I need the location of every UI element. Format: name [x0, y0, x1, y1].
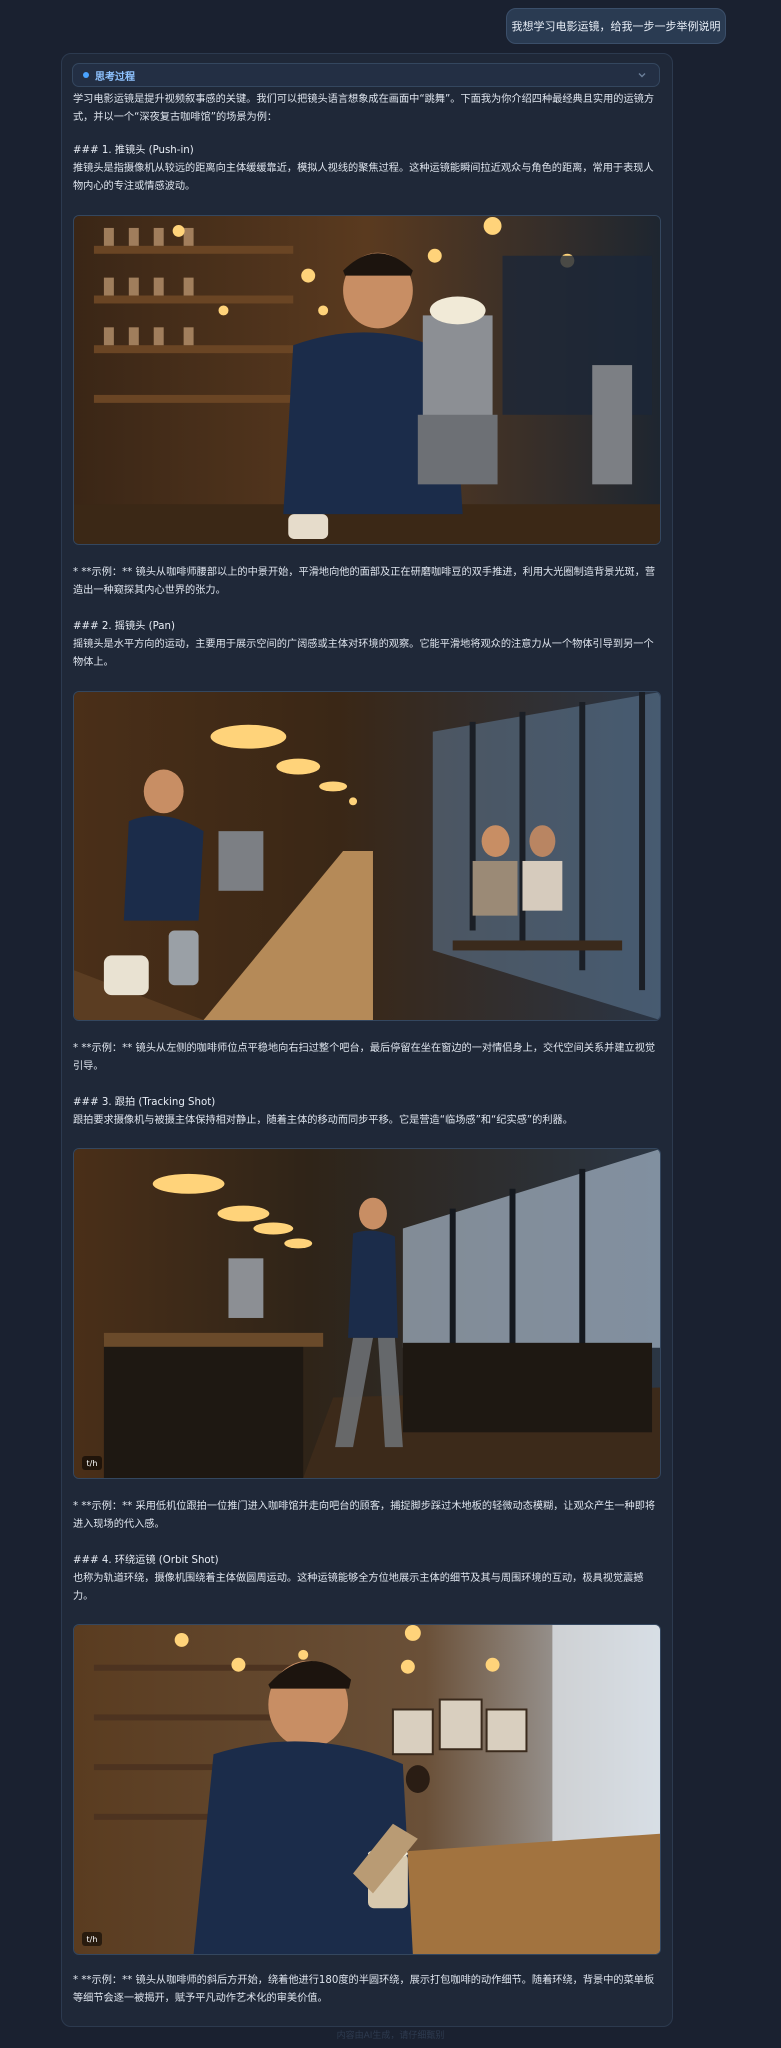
- push-in-example-image[interactable]: [73, 215, 661, 545]
- section-example: * **示例：** 镜头从咖啡师的斜后方开始，绕着他进行180度的半圆环绕，展示…: [73, 1975, 655, 2004]
- section-description: 推镜头是指摄像机从较远的距离向主体缓缓靠近，模拟人视线的聚焦过程。这种运镜能瞬间…: [73, 163, 654, 192]
- tracking-shot-example-image[interactable]: t/h: [73, 1148, 661, 1479]
- thinking-status-dot: [83, 72, 89, 78]
- section-description: 跟拍要求摄像机与被摄主体保持相对静止，随着主体的移动而同步平移。它是营造“临场感…: [73, 1115, 573, 1126]
- thinking-label: 思考过程: [95, 71, 135, 83]
- section-description: 也称为轨道环绕，摄像机围绕着主体做圆周运动。这种运镜能够全方位地展示主体的细节及…: [73, 1573, 644, 1602]
- watermark-badge: t/h: [82, 1932, 102, 1946]
- user-message-text: 我想学习电影运镜，给我一步一步举例说明: [511, 20, 721, 33]
- chevron-down-icon: [638, 73, 646, 78]
- ai-disclaimer: 内容由AI生成，请仔细甄别: [336, 2031, 445, 2041]
- watermark-badge: t/h: [82, 1456, 102, 1470]
- section-heading: ### 2. 摇镜头 (Pan): [73, 621, 175, 632]
- section-description: 摇镜头是水平方向的运动，主要用于展示空间的广阔感或主体对环境的观察。它能平滑地将…: [73, 639, 654, 668]
- section-heading: ### 1. 推镜头 (Push-in): [73, 145, 194, 156]
- orbit-shot-example-image[interactable]: t/h: [73, 1624, 661, 1955]
- section-example: * **示例：** 镜头从左侧的咖啡师位点平稳地向右扫过整个吧台，最后停留在坐在…: [73, 1043, 656, 1072]
- section-example: * **示例：** 采用低机位跟拍一位推门进入咖啡馆并走向吧台的顾客，捕捉脚步踩…: [73, 1501, 656, 1530]
- section-heading: ### 3. 跟拍 (Tracking Shot): [73, 1097, 216, 1108]
- intro-text: 学习电影运镜是提升视频叙事感的关键。我们可以把镜头语言想象成在画面中“跳舞”。下…: [73, 94, 655, 123]
- pan-example-image[interactable]: [73, 691, 661, 1021]
- thinking-toggle[interactable]: 思考过程: [72, 63, 660, 87]
- section-heading: ### 4. 环绕运镜 (Orbit Shot): [73, 1555, 219, 1566]
- section-example: * **示例：** 镜头从咖啡师腰部以上的中景开始，平滑地向他的面部及正在研磨咖…: [73, 567, 656, 596]
- user-message-bubble: 我想学习电影运镜，给我一步一步举例说明: [506, 8, 726, 44]
